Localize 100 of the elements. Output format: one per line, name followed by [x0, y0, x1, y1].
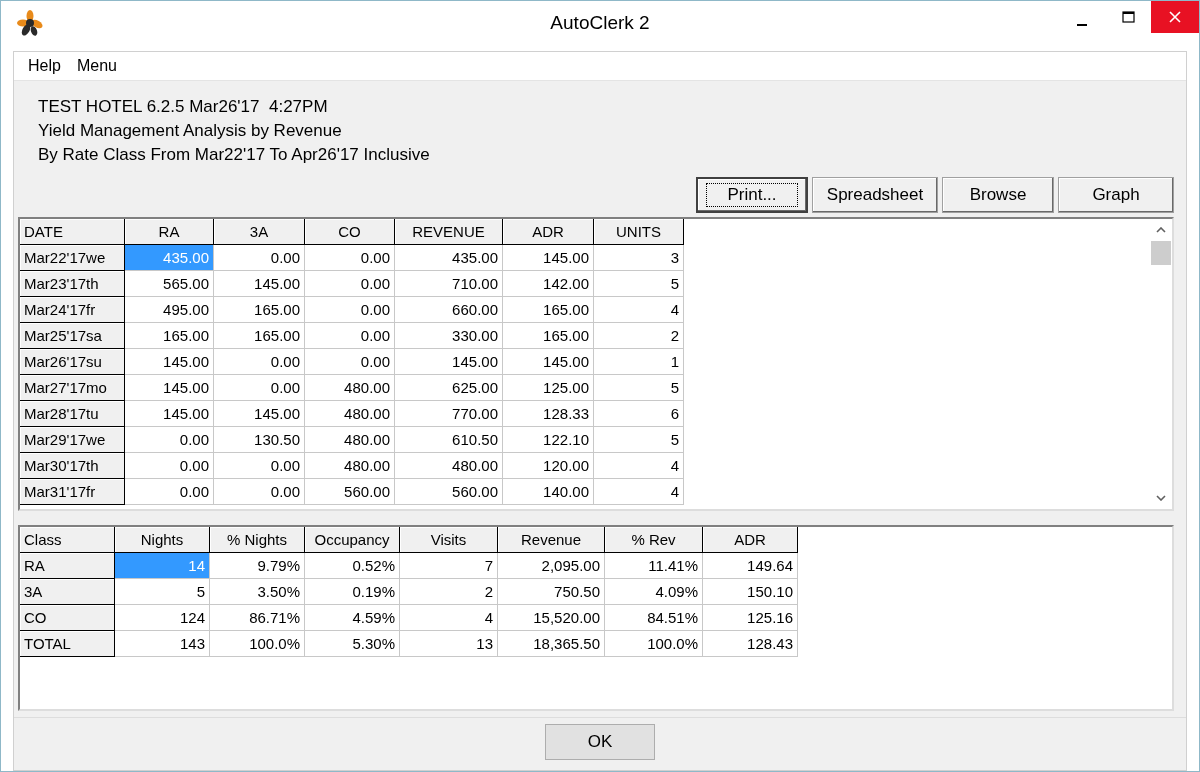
action-button[interactable]: Spreadsheet [812, 177, 938, 213]
row-header: CO [20, 604, 115, 631]
table-cell: 4 [593, 296, 684, 323]
table-cell: 165.00 [124, 322, 214, 349]
column-header: CO [304, 219, 395, 245]
row-header: Mar28'17tu [20, 400, 125, 427]
action-button[interactable]: Graph [1058, 177, 1174, 213]
table-cell: 0.00 [213, 244, 305, 271]
table-cell: 0.00 [213, 348, 305, 375]
table-cell: 145.00 [213, 270, 305, 297]
table-cell: 0.00 [304, 270, 395, 297]
menu-item[interactable]: Help [20, 57, 69, 75]
table-cell: 4.09% [604, 578, 703, 605]
column-header: REVENUE [394, 219, 503, 245]
column-header: DATE [20, 219, 125, 245]
table-cell: 0.19% [304, 578, 400, 605]
close-icon [1169, 11, 1181, 23]
table-cell: 330.00 [394, 322, 503, 349]
report-heading: By Rate Class From Mar22'17 To Apr26'17 Inclusive [38, 144, 431, 166]
table-cell: 4 [593, 452, 684, 479]
row-header: TOTAL [20, 630, 115, 657]
table-cell: 13 [399, 630, 498, 657]
table-cell: 480.00 [304, 374, 395, 401]
table-cell: 14 [114, 552, 210, 579]
table-cell: 0.00 [213, 374, 305, 401]
table-cell: 128.33 [502, 400, 594, 427]
ok-button[interactable]: OK [545, 724, 655, 760]
table-cell: 145.00 [124, 348, 214, 375]
table-cell: 130.50 [213, 426, 305, 453]
minimize-icon [1077, 24, 1087, 26]
table-cell: 625.00 [394, 374, 503, 401]
row-header: Mar24'17fr [20, 296, 125, 323]
table-cell: 2 [593, 322, 684, 349]
table-cell: 565.00 [124, 270, 214, 297]
table-cell: 1 [593, 348, 684, 375]
table-cell: 165.00 [213, 296, 305, 323]
column-header: ADR [502, 219, 594, 245]
table-cell: 125.00 [502, 374, 594, 401]
table-cell: 0.00 [124, 478, 214, 505]
row-header: 3A [20, 578, 115, 605]
table-cell: 6 [593, 400, 684, 427]
table-cell: 143 [114, 630, 210, 657]
column-header: UNITS [593, 219, 684, 245]
column-header: RA [124, 219, 214, 245]
table-cell: 495.00 [124, 296, 214, 323]
table-cell: 145.00 [502, 348, 594, 375]
table-cell: 4 [593, 478, 684, 505]
row-header: Mar27'17mo [20, 374, 125, 401]
maximize-icon [1121, 11, 1135, 23]
column-header: Class [20, 527, 115, 553]
table-cell: 3.50% [209, 578, 305, 605]
report-heading: TEST HOTEL 6.2.5 Mar26'17 4:27PM [38, 96, 329, 118]
table-cell: 86.71% [209, 604, 305, 631]
table-cell: 3 [593, 244, 684, 271]
table-cell: 0.00 [124, 452, 214, 479]
table-cell: 165.00 [502, 296, 594, 323]
column-header: 3A [213, 219, 305, 245]
table-cell: 560.00 [394, 478, 503, 505]
table-cell: 15,520.00 [497, 604, 605, 631]
table-cell: 480.00 [304, 400, 395, 427]
table-cell: 100.0% [209, 630, 305, 657]
row-header: Mar25'17sa [20, 322, 125, 349]
table-cell: 2,095.00 [497, 552, 605, 579]
table-cell: 7 [399, 552, 498, 579]
app-logo-icon [17, 10, 43, 36]
action-button[interactable]: Print... [696, 177, 808, 213]
row-header: Mar22'17we [20, 244, 125, 271]
row-header: Mar30'17th [20, 452, 125, 479]
table-cell: 5 [593, 270, 684, 297]
table-cell: 480.00 [394, 452, 503, 479]
menu-item[interactable]: Menu [68, 57, 125, 75]
table-cell: 150.10 [702, 578, 798, 605]
table-cell: 5 [593, 426, 684, 453]
action-button[interactable]: Browse [942, 177, 1054, 213]
table-cell: 9.79% [209, 552, 305, 579]
table-cell: 145.00 [394, 348, 503, 375]
table-cell: 84.51% [604, 604, 703, 631]
scrollbar-thumb[interactable] [1151, 241, 1171, 265]
table-cell: 5.30% [304, 630, 400, 657]
table-cell: 435.00 [124, 244, 214, 271]
scroll-down-icon[interactable] [1156, 495, 1166, 501]
table-cell: 0.52% [304, 552, 400, 579]
table-cell: 0.00 [304, 348, 395, 375]
column-header: % Rev [604, 527, 703, 553]
table-cell: 120.00 [502, 452, 594, 479]
table-cell: 0.00 [213, 452, 305, 479]
report-heading: Yield Management Analysis by Revenue [38, 120, 343, 142]
table-cell: 750.50 [497, 578, 605, 605]
table-cell: 145.00 [124, 374, 214, 401]
table-cell: 100.0% [604, 630, 703, 657]
table-cell: 122.10 [502, 426, 594, 453]
row-header: Mar26'17su [20, 348, 125, 375]
table-cell: 710.00 [394, 270, 503, 297]
table-cell: 0.00 [304, 296, 395, 323]
table-cell: 610.50 [394, 426, 503, 453]
scroll-up-icon[interactable] [1156, 227, 1166, 233]
table-cell: 5 [593, 374, 684, 401]
table-cell: 0.00 [124, 426, 214, 453]
table-cell: 145.00 [213, 400, 305, 427]
table-cell: 124 [114, 604, 210, 631]
